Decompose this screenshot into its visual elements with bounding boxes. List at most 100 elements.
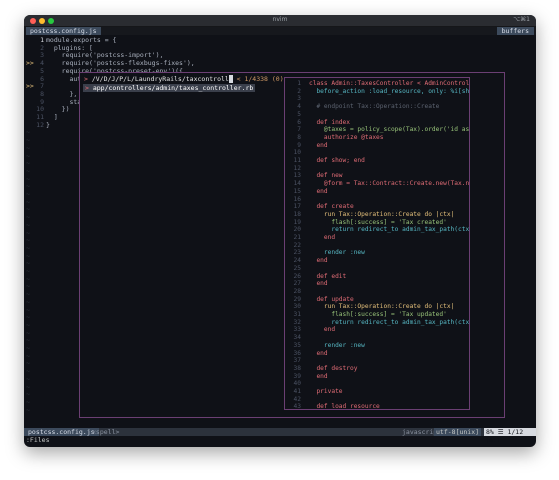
preview-line-number: 1: [297, 80, 301, 87]
preview-line: 23 render :new: [285, 249, 469, 257]
preview-line-number: 17: [293, 203, 301, 211]
preview-line: 13 def new: [285, 172, 469, 180]
tilde-marker: ~: [26, 220, 30, 229]
preview-line: 9 end: [285, 142, 469, 150]
preview-code-text: def index: [309, 118, 350, 126]
fzf-file-picker[interactable]: > /V/D/J/P/L/LaundryRails/taxcontroll < …: [79, 72, 505, 418]
prompt-marker: >: [84, 75, 88, 83]
preview-line-number: 32: [293, 318, 301, 326]
preview-line-number: 12: [293, 164, 301, 172]
preview-code-text: end: [309, 349, 328, 357]
preview-code-text: def update: [309, 295, 354, 303]
preview-line: 7 @taxes = policy_scope(Tax).order('id a…: [285, 126, 470, 134]
picker-prompt[interactable]: > /V/D/J/P/L/LaundryRails/taxcontroll < …: [84, 75, 284, 83]
selection-arrow-icon: >: [85, 84, 89, 92]
status-spell: <spell>: [92, 428, 120, 436]
preview-line-number: 21: [293, 234, 301, 241]
preview-code-text: private: [309, 388, 343, 395]
preview-code-text: @taxes = policy_scope(Tax).order('id asc…: [309, 126, 470, 134]
preview-line: 30 run Tax::Operation::Create do |ctx|: [285, 303, 469, 311]
preview-line-number: 43: [293, 403, 301, 410]
preview-line: 22: [285, 242, 469, 250]
preview-line-number: 23: [293, 249, 301, 257]
preview-line: 10: [285, 149, 469, 157]
preview-line: 19 flash[:success] = 'Tax created': [285, 218, 469, 227]
buffers-label[interactable]: buffers: [496, 27, 534, 35]
tilde-marker: ~: [26, 143, 30, 152]
preview-code-text: render :new: [309, 341, 365, 349]
prompt-query: /V/D/J/P/L/LaundryRails/taxcontroll: [91, 75, 229, 83]
preview-line-number: 29: [293, 295, 301, 303]
line-number: 5: [40, 66, 44, 75]
preview-line: 11 def show; end: [285, 157, 469, 165]
preview-line-number: 40: [293, 380, 301, 388]
preview-code-text: def new: [309, 172, 343, 180]
preview-line: 33 end: [285, 326, 469, 334]
tilde-marker: ~: [26, 320, 30, 329]
preview-code-text: before_action :load_resource, only: %i[s…: [309, 87, 470, 95]
code-text: ]: [46, 113, 58, 121]
preview-line-number: 26: [293, 272, 301, 280]
result-path: app/controllers/admin/taxes_controller.r…: [92, 84, 254, 92]
preview-line-number: 8: [297, 133, 301, 141]
preview-line: 27 end: [285, 280, 469, 288]
preview-line-number: 6: [297, 118, 301, 126]
preview-line: 34: [285, 334, 469, 342]
line-number: 12: [36, 120, 44, 129]
command-line[interactable]: :Files: [26, 436, 49, 444]
preview-line: 26 def edit: [285, 272, 469, 281]
tilde-marker: ~: [26, 243, 30, 252]
preview-line-number: 14: [293, 180, 301, 188]
tilde-marker: ~: [26, 374, 30, 383]
status-encoding: utf-8[unix]: [434, 428, 482, 436]
preview-line: 6 def index: [285, 118, 469, 127]
preview-line-number: 30: [293, 303, 301, 311]
tabline: postcss.config.js buffers: [24, 27, 536, 35]
preview-line-number: 11: [293, 157, 301, 164]
preview-code-text: run Tax::Operation::Create do |ctx|: [309, 210, 455, 218]
preview-line-number: 19: [293, 218, 301, 226]
tilde-marker: ~: [26, 397, 30, 406]
editor-line[interactable]: 1 module.exports = {: [24, 37, 536, 44]
preview-code-text: def create: [309, 203, 354, 211]
preview-code-text: render :new: [309, 249, 365, 257]
preview-code-text: return redirect_to admin_tax_path(ctx[:m…: [309, 226, 470, 234]
preview-pane: 1 class Admin::TaxesController < AdminCon…: [284, 77, 470, 410]
preview-line-number: 25: [293, 264, 301, 272]
preview-line: 2 before_action :load_resource, only: %i…: [285, 87, 470, 96]
preview-line: 42: [285, 396, 469, 404]
preview-line: 25: [285, 264, 469, 273]
preview-line: 14 @form = Tax::Contract::Create.new(Tax…: [285, 180, 470, 188]
preview-code-text: end: [309, 326, 336, 334]
preview-code-text: run Tax::Operation::Create do |ctx|: [309, 303, 455, 311]
preview-code-text: # endpoint Tax::Operation::Create: [309, 103, 440, 111]
preview-line: 16: [285, 195, 469, 204]
match-count: < 1/4338 (0): [232, 75, 284, 83]
preview-code-text: @form = Tax::Contract::Create.new(Tax.ne…: [309, 180, 470, 188]
preview-line: 39 end: [285, 373, 469, 381]
title-bar: nvim ⌥⌘1: [24, 15, 536, 27]
tilde-marker: ~: [26, 166, 30, 175]
preview-line: 31 flash[:success] = 'Tax updated': [285, 311, 469, 319]
tilde-marker: ~: [26, 297, 30, 306]
preview-line: 24 end: [285, 257, 469, 265]
preview-line-number: 16: [293, 195, 301, 203]
preview-line-number: 31: [293, 311, 301, 318]
status-position: 8% ☰ 1/12 ㏑:1: [484, 428, 536, 444]
status-filename: postcss.config.js: [24, 428, 99, 436]
tab-postcss-config[interactable]: postcss.config.js: [26, 27, 101, 35]
preview-line-number: 13: [293, 172, 301, 180]
preview-code-text: return redirect_to admin_tax_path(ctx[:m…: [309, 318, 470, 326]
preview-line: 41 private: [285, 388, 469, 396]
preview-code-text: end: [309, 187, 328, 195]
preview-code-text: flash[:success] = 'Tax created': [309, 218, 447, 226]
line-number: 1: [40, 36, 44, 44]
preview-code-text: end: [309, 280, 328, 288]
picker-result-item[interactable]: > app/controllers/admin/taxes_controller…: [83, 84, 256, 92]
tilde-marker: ~: [26, 267, 30, 275]
preview-line: 3: [285, 95, 469, 103]
preview-line-number: 33: [293, 326, 301, 334]
preview-code-text: flash[:success] = 'Tax updated': [309, 311, 447, 318]
preview-line: 8 authorize @taxes: [285, 133, 469, 142]
preview-code-text: def load_resource: [309, 403, 380, 410]
